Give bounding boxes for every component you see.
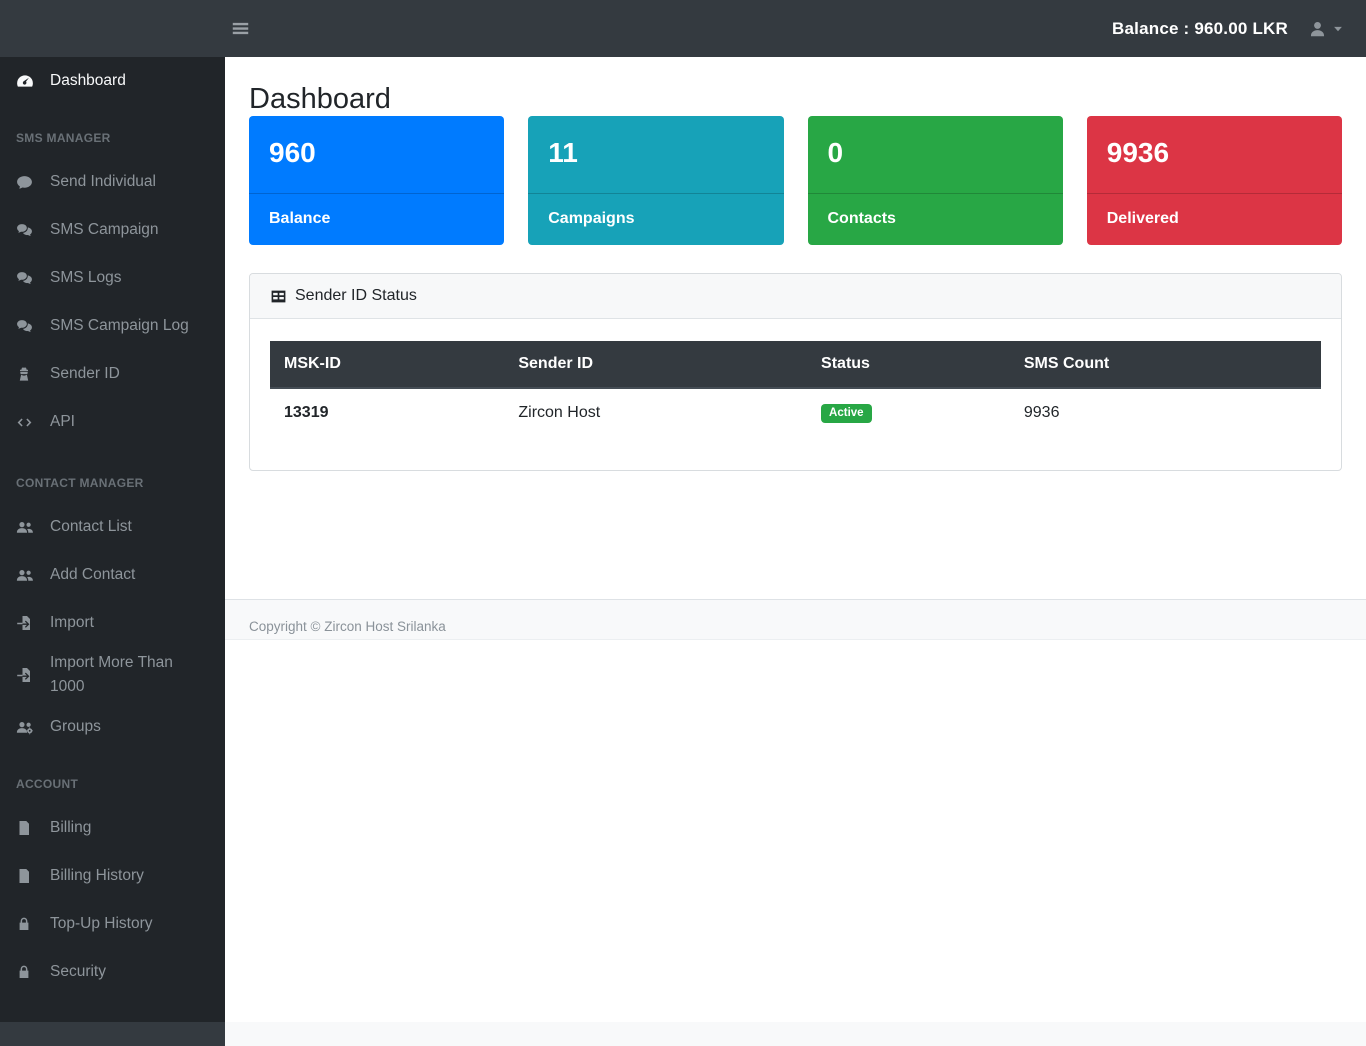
code-icon: [16, 414, 41, 431]
sidebar-item-label: API: [50, 410, 209, 434]
sidebar-item-label: Billing History: [50, 864, 209, 888]
file-invoice-dollar-icon: [16, 868, 41, 884]
stat-card-balance: 960 Balance: [249, 116, 504, 245]
sidebar-item-label: SMS Campaign: [50, 218, 209, 242]
bars-icon: [231, 19, 250, 38]
sidebar-item-label: SMS Campaign Log: [50, 314, 209, 338]
stat-value: 0: [808, 116, 1063, 193]
sidebar-item-label: Top-Up History: [50, 912, 209, 936]
users-icon: [16, 518, 41, 536]
sidebar-section-contact-manager: CONTACT MANAGER: [0, 446, 225, 503]
panel-header: Sender ID Status: [250, 274, 1341, 319]
sidebar-item-top-up-history[interactable]: Top-Up History: [0, 900, 225, 948]
cell-msk-id: 13319: [270, 388, 504, 437]
sidebar-item-label: Contact List: [50, 515, 209, 539]
stat-value: 9936: [1087, 116, 1342, 193]
column-header-sender-id: Sender ID: [504, 341, 807, 388]
stat-value: 11: [528, 116, 783, 193]
sidebar-item-label: Billing: [50, 816, 209, 840]
table-icon: [270, 288, 287, 305]
sidebar-item-import[interactable]: Import: [0, 599, 225, 647]
sidebar-item-label: SMS Logs: [50, 266, 209, 290]
page-title: Dashboard: [249, 82, 1342, 116]
sidebar-item-label: Security: [50, 960, 209, 984]
table-header-row: MSK-ID Sender ID Status SMS Count: [270, 341, 1321, 388]
sender-id-table: MSK-ID Sender ID Status SMS Count 13319 …: [270, 341, 1321, 437]
sidebar-item-label: Import: [50, 611, 209, 635]
sidebar-section-account: ACCOUNT: [0, 751, 225, 804]
user-icon: [1308, 19, 1327, 38]
sidebar-item-label: Sender ID: [50, 362, 209, 386]
sidebar-item-api[interactable]: API: [0, 398, 225, 446]
sidebar-item-groups[interactable]: Groups: [0, 703, 225, 751]
stat-value: 960: [249, 116, 504, 193]
stat-label: Balance: [249, 193, 504, 244]
sidebar-item-billing-history[interactable]: Billing History: [0, 852, 225, 900]
sidebar-bottom-strip: [0, 1022, 225, 1046]
file-import-icon: [16, 667, 41, 683]
sidebar-item-sender-id[interactable]: Sender ID: [0, 350, 225, 398]
column-header-sms-count: SMS Count: [1010, 341, 1321, 388]
sidebar-item-dashboard[interactable]: Dashboard: [0, 57, 225, 105]
users-gear-icon: [16, 718, 41, 736]
users-icon: [16, 566, 41, 584]
top-navbar: Balance : 960.00 LKR: [0, 0, 1366, 57]
table-row: 13319 Zircon Host Active 9936: [270, 388, 1321, 437]
comments-icon: [16, 222, 41, 239]
file-invoice-dollar-icon: [16, 820, 41, 836]
comments-icon: [16, 318, 41, 335]
sidebar-item-billing[interactable]: Billing: [0, 804, 225, 852]
sidebar-item-label: Add Contact: [50, 563, 209, 587]
sidebar-section-sms-manager: SMS MANAGER: [0, 105, 225, 158]
lock-icon: [16, 964, 41, 980]
sidebar-item-label: Dashboard: [50, 69, 209, 93]
sidebar-toggle-button[interactable]: [223, 11, 258, 46]
file-import-icon: [16, 615, 41, 631]
stat-label: Contacts: [808, 193, 1063, 244]
stat-card-campaigns: 11 Campaigns: [528, 116, 783, 245]
stat-label: Campaigns: [528, 193, 783, 244]
panel-body: MSK-ID Sender ID Status SMS Count 13319 …: [250, 319, 1341, 470]
sidebar-item-send-individual[interactable]: Send Individual: [0, 158, 225, 206]
sidebar-item-sms-campaign[interactable]: SMS Campaign: [0, 206, 225, 254]
column-header-status: Status: [807, 341, 1010, 388]
sidebar-item-label: Groups: [50, 715, 209, 739]
column-header-msk-id: MSK-ID: [270, 341, 504, 388]
sidebar: Dashboard SMS MANAGER Send Individual SM…: [0, 57, 225, 1046]
comments-icon: [16, 270, 41, 287]
user-menu-button[interactable]: [1300, 15, 1352, 42]
stat-card-contacts: 0 Contacts: [808, 116, 1063, 245]
sidebar-item-security[interactable]: Security: [0, 948, 225, 996]
app-window: Balance : 960.00 LKR Dashboard SMS MANAG…: [0, 0, 1366, 1046]
tachometer-icon: [16, 72, 41, 90]
sidebar-item-import-more-than-1000[interactable]: Import More Than 1000: [0, 647, 225, 703]
sidebar-item-sms-campaign-log[interactable]: SMS Campaign Log: [0, 302, 225, 350]
sidebar-item-sms-logs[interactable]: SMS Logs: [0, 254, 225, 302]
cell-status: Active: [807, 388, 1010, 437]
content-bottom-strip: [225, 1022, 1366, 1046]
footer: Copyright © Zircon Host Srilanka: [225, 599, 1366, 640]
lock-icon: [16, 916, 41, 932]
sidebar-item-add-contact[interactable]: Add Contact: [0, 551, 225, 599]
sidebar-item-label: Send Individual: [50, 170, 209, 194]
stat-card-delivered: 9936 Delivered: [1087, 116, 1342, 245]
status-badge: Active: [821, 404, 872, 423]
main-content: Dashboard 960 Balance 11 Campaigns 0 Con…: [225, 57, 1366, 1046]
user-secret-icon: [16, 366, 41, 382]
caret-down-icon: [1332, 23, 1344, 35]
cell-sender-id: Zircon Host: [504, 388, 807, 437]
sidebar-item-contact-list[interactable]: Contact List: [0, 503, 225, 551]
sidebar-nav: Dashboard SMS MANAGER Send Individual SM…: [0, 57, 225, 1022]
stat-cards-row: 960 Balance 11 Campaigns 0 Contacts 9936…: [249, 116, 1342, 245]
cell-sms-count: 9936: [1010, 388, 1321, 437]
copyright-text: Copyright © Zircon Host Srilanka: [249, 619, 446, 634]
comment-icon: [16, 174, 41, 191]
stat-label: Delivered: [1087, 193, 1342, 244]
balance-label: Balance : 960.00 LKR: [1112, 19, 1288, 39]
sender-id-status-panel: Sender ID Status MSK-ID Sender ID Status…: [249, 273, 1342, 471]
sidebar-item-label: Import More Than 1000: [50, 651, 209, 699]
panel-title: Sender ID Status: [295, 287, 417, 305]
